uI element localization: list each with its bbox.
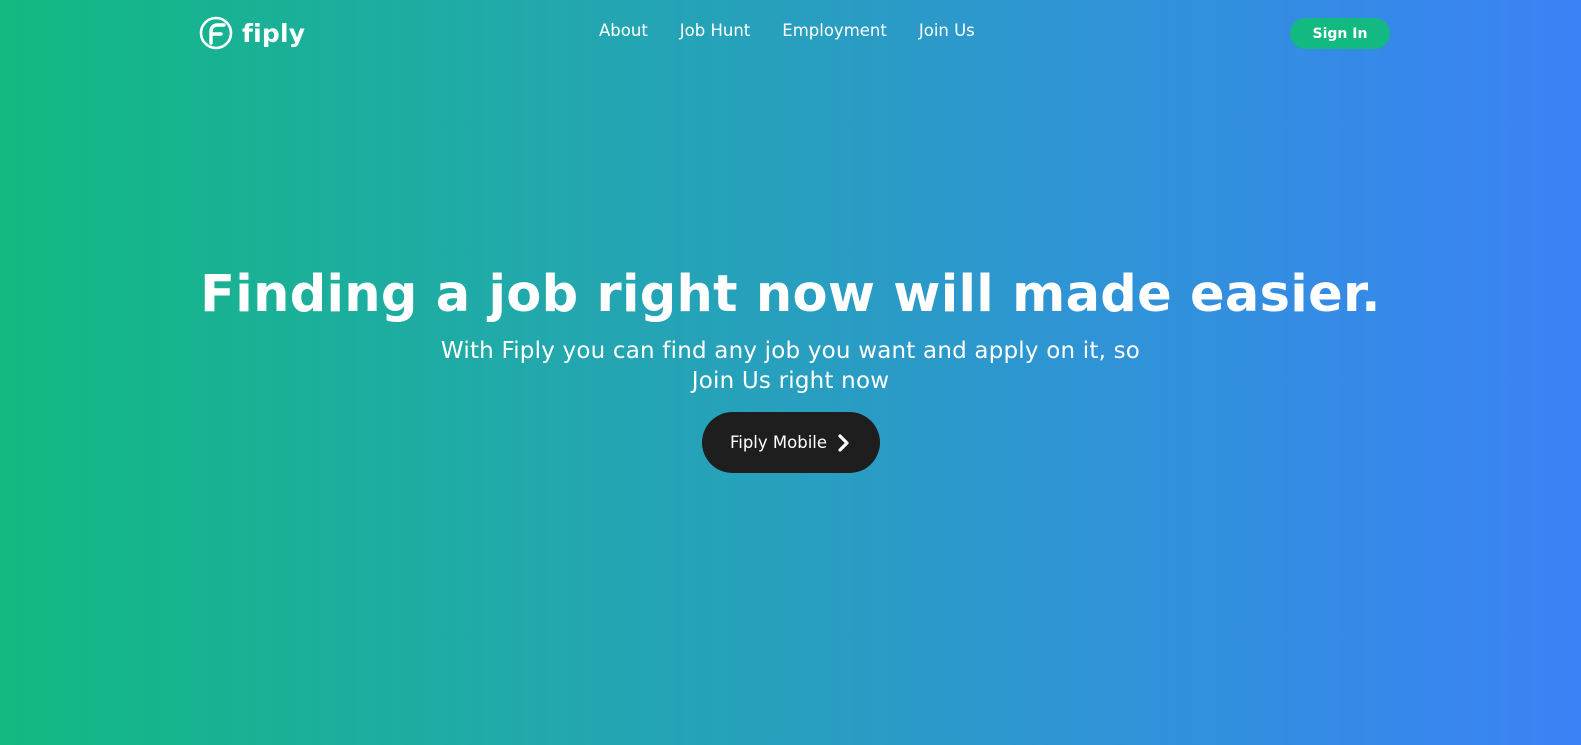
nav-link-employment[interactable]: Employment — [782, 21, 887, 40]
sign-in-button[interactable]: Sign In — [1290, 18, 1390, 49]
nav-link-about[interactable]: About — [599, 21, 648, 40]
fiply-mobile-label: Fiply Mobile — [729, 433, 828, 452]
nav-link-join-us[interactable]: Join Us — [919, 21, 975, 40]
fiply-mobile-button[interactable]: Fiply Mobile — [701, 412, 880, 473]
main-nav: About Job Hunt Employment Join Us — [599, 21, 975, 40]
chevron-right-icon — [838, 433, 849, 452]
brand-home-link[interactable]: fiply — [199, 16, 305, 50]
top-navbar: fiply About Job Hunt Employment Join Us … — [0, 0, 1581, 66]
nav-item-employment: Employment — [782, 21, 887, 40]
hero-subtitle: With Fiply you can find any job you want… — [440, 338, 1141, 394]
nav-item-job-hunt: Job Hunt — [680, 21, 750, 40]
nav-item-join-us: Join Us — [919, 21, 975, 40]
nav-link-job-hunt[interactable]: Job Hunt — [680, 21, 750, 40]
hero-title: Finding a job right now will made easier… — [200, 265, 1381, 324]
nav-item-about: About — [599, 21, 648, 40]
fiply-logo-icon — [199, 16, 233, 50]
hero-section: Finding a job right now will made easier… — [0, 262, 1581, 473]
brand-name: fiply — [242, 18, 306, 48]
